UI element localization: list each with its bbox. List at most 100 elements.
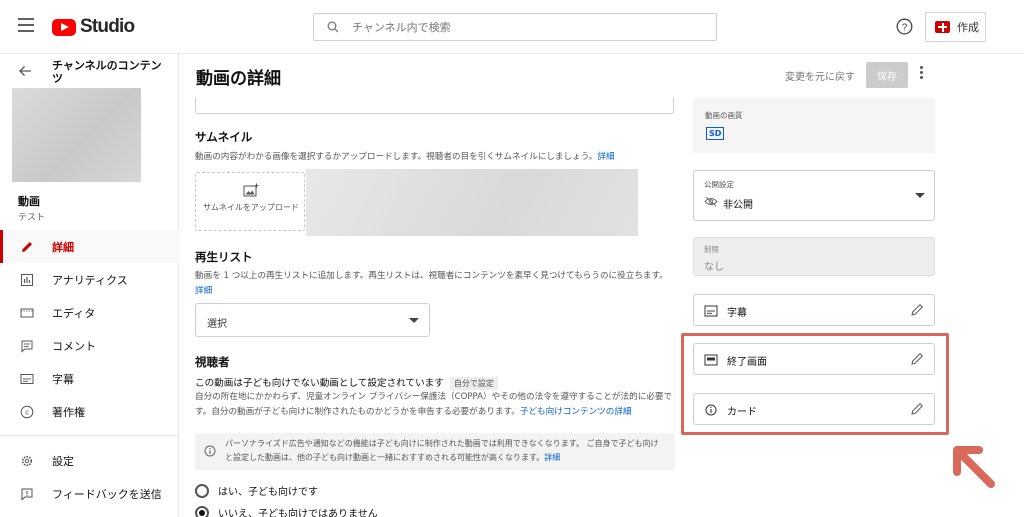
svg-text:c: c — [25, 409, 29, 416]
playlist-heading: 再生リスト — [195, 250, 253, 264]
audience-info-box: パーソナライズド広告や通知などの機能は子ども向けに制作された動画では利用できなく… — [195, 433, 675, 470]
channel-content-title[interactable]: チャンネルのコンテンツ — [52, 59, 167, 85]
radio-button[interactable] — [195, 483, 209, 498]
sidebar-item-copyright[interactable]: c 著作権 — [0, 395, 179, 428]
create-button[interactable]: 作成 — [925, 12, 986, 42]
sidebar: チャンネルのコンテンツ 動画 テスト 詳細 アナリティクス エディタ コメント … — [0, 54, 179, 517]
radio-made-for-kids-no[interactable]: いいえ、子ども向けではありません — [195, 505, 378, 517]
playlist-description: 動画を 1 つ以上の再生リストに追加します。再生リストは、視聴者にコンテンツを素… — [195, 269, 675, 299]
playlist-select[interactable]: 選択 — [195, 303, 430, 337]
create-label: 作成 — [957, 21, 979, 34]
radio-made-for-kids-yes[interactable]: はい、子ども向けです — [195, 483, 318, 498]
sidebar-item-feedback[interactable]: フィードバックを送信 — [0, 477, 179, 510]
audience-info-body: パーソナライズド広告や通知などの機能は子ども向けに制作された動画では利用できなく… — [225, 439, 659, 462]
gear-icon — [21, 455, 33, 466]
sidebar-item-editor[interactable]: エディタ — [0, 296, 179, 329]
playlist-select-value: 選択 — [207, 319, 227, 330]
page-title: 動画の詳細 — [196, 69, 281, 89]
sidebar-nav: 詳細 アナリティクス エディタ コメント 字幕 c 著作権 設定 フィードバック… — [0, 230, 179, 510]
youtube-studio-logo[interactable]: Studio — [52, 16, 135, 38]
restrictions-value: なし — [704, 262, 724, 273]
subtitles-icon — [704, 305, 718, 317]
sidebar-item-label: 設定 — [52, 454, 74, 468]
help-icon[interactable]: ? — [896, 18, 913, 35]
audience-setting-text: この動画は子ども向けでない動画として設定されています — [195, 378, 444, 389]
analytics-icon — [21, 273, 33, 286]
thumbnail-preview[interactable] — [306, 169, 638, 236]
menu-icon[interactable] — [18, 18, 34, 32]
sidebar-item-label: フィードバックを送信 — [52, 487, 162, 501]
search-input[interactable] — [352, 18, 702, 36]
comment-icon — [21, 340, 33, 353]
highlight-frame — [681, 333, 949, 435]
audience-info-text: パーソナライズド広告や通知などの機能は子ども向けに制作された動画では利用できなく… — [225, 437, 665, 465]
audience-heading: 視聴者 — [195, 355, 230, 369]
subtitles-label: 字幕 — [727, 308, 747, 319]
copyright-icon: c — [20, 405, 34, 418]
undo-changes-button[interactable]: 変更を元に戻す — [785, 68, 855, 83]
video-quality-label: 動画の画質 — [705, 111, 743, 120]
search-box[interactable] — [313, 13, 717, 41]
radio-label: はい、子ども向けです — [218, 487, 318, 498]
pencil-icon — [22, 241, 32, 252]
sd-badge: SD — [706, 127, 725, 140]
upload-thumbnail-button[interactable]: サムネイルをアップロード — [195, 172, 305, 231]
pointer-arrow-icon — [953, 446, 995, 488]
details-form: サムネイル 動画の内容がわかる画像を選択するかアップロードします。視聴者の目を引… — [180, 98, 680, 517]
sidebar-item-label: 詳細 — [52, 240, 74, 254]
restrictions-label: 制限 — [704, 245, 719, 254]
dropdown-caret-icon — [915, 193, 925, 198]
edit-pencil-icon[interactable] — [910, 303, 924, 317]
thumbnail-description: 動画の内容がわかる画像を選択するかアップロードします。視聴者の目を引くサムネイル… — [195, 150, 665, 165]
radio-label: いいえ、子ども向けではありません — [218, 509, 378, 517]
playlist-learn-more-link[interactable]: 詳細 — [195, 286, 212, 296]
kids-content-link[interactable]: 子ども向けコンテンツの詳細 — [520, 407, 632, 417]
top-bar: Studio ? 作成 — [0, 0, 1024, 54]
sidebar-item-label: 字幕 — [52, 372, 74, 386]
sidebar-divider — [0, 435, 179, 436]
subtitles-button[interactable]: 字幕 — [693, 294, 935, 326]
eye-off-icon — [704, 196, 718, 207]
more-options-icon[interactable] — [918, 66, 924, 82]
self-set-badge: 自分で設定 — [449, 377, 498, 390]
sidebar-item-label: アナリティクス — [52, 273, 128, 287]
editor-icon — [20, 308, 34, 317]
sidebar-item-subtitles[interactable]: 字幕 — [0, 362, 179, 395]
sidebar-item-comments[interactable]: コメント — [0, 329, 179, 362]
video-thumbnail[interactable] — [12, 88, 141, 182]
thumbnail-heading: サムネイル — [195, 130, 253, 144]
save-button[interactable]: 保存 — [866, 62, 908, 88]
video-add-icon — [935, 21, 950, 33]
sidebar-item-analytics[interactable]: アナリティクス — [0, 263, 179, 296]
info-icon — [204, 445, 216, 457]
restrictions-field: 制限 なし — [693, 237, 935, 276]
logo-text: Studio — [80, 16, 135, 37]
playlist-description-text: 動画を 1 つ以上の再生リストに追加します。再生リストは、視聴者にコンテンツを素… — [195, 271, 668, 281]
video-label: 動画 — [18, 195, 40, 208]
youtube-play-icon — [52, 18, 76, 36]
radio-button-selected[interactable] — [195, 505, 209, 517]
video-title: テスト — [18, 213, 46, 223]
visibility-dropdown[interactable]: 公開設定 非公開 — [693, 170, 935, 221]
image-upload-icon — [243, 183, 259, 197]
svg-text:?: ? — [902, 22, 908, 33]
thumbnail-learn-more-link[interactable]: 詳細 — [597, 152, 614, 162]
description-field[interactable] — [195, 98, 674, 114]
audience-info-link[interactable]: 詳細 — [544, 453, 560, 462]
sidebar-item-settings[interactable]: 設定 — [0, 444, 179, 477]
visibility-label: 公開設定 — [704, 180, 734, 189]
sidebar-item-details[interactable]: 詳細 — [0, 230, 179, 263]
feedback-icon — [21, 488, 33, 501]
subtitles-icon — [20, 373, 34, 384]
upload-thumbnail-label: サムネイルをアップロード — [203, 203, 299, 212]
visibility-value: 非公開 — [723, 200, 753, 211]
audience-setting: この動画は子ども向けでない動画として設定されています 自分で設定 — [195, 375, 498, 390]
sidebar-item-label: コメント — [52, 339, 96, 353]
right-panel: 動画の画質 SD 公開設定 非公開 制限 なし 字幕 終了画面 カード — [690, 98, 950, 517]
dropdown-caret-icon — [409, 318, 419, 323]
back-arrow-icon[interactable] — [18, 64, 32, 78]
audience-description: 自分の所在地にかかわらず、児童オンライン プライバシー保護法（COPPA）やその… — [195, 390, 677, 420]
sidebar-item-label: エディタ — [52, 306, 96, 320]
search-icon — [327, 21, 339, 33]
thumbnail-description-text: 動画の内容がわかる画像を選択するかアップロードします。視聴者の目を引くサムネイル… — [195, 152, 598, 162]
